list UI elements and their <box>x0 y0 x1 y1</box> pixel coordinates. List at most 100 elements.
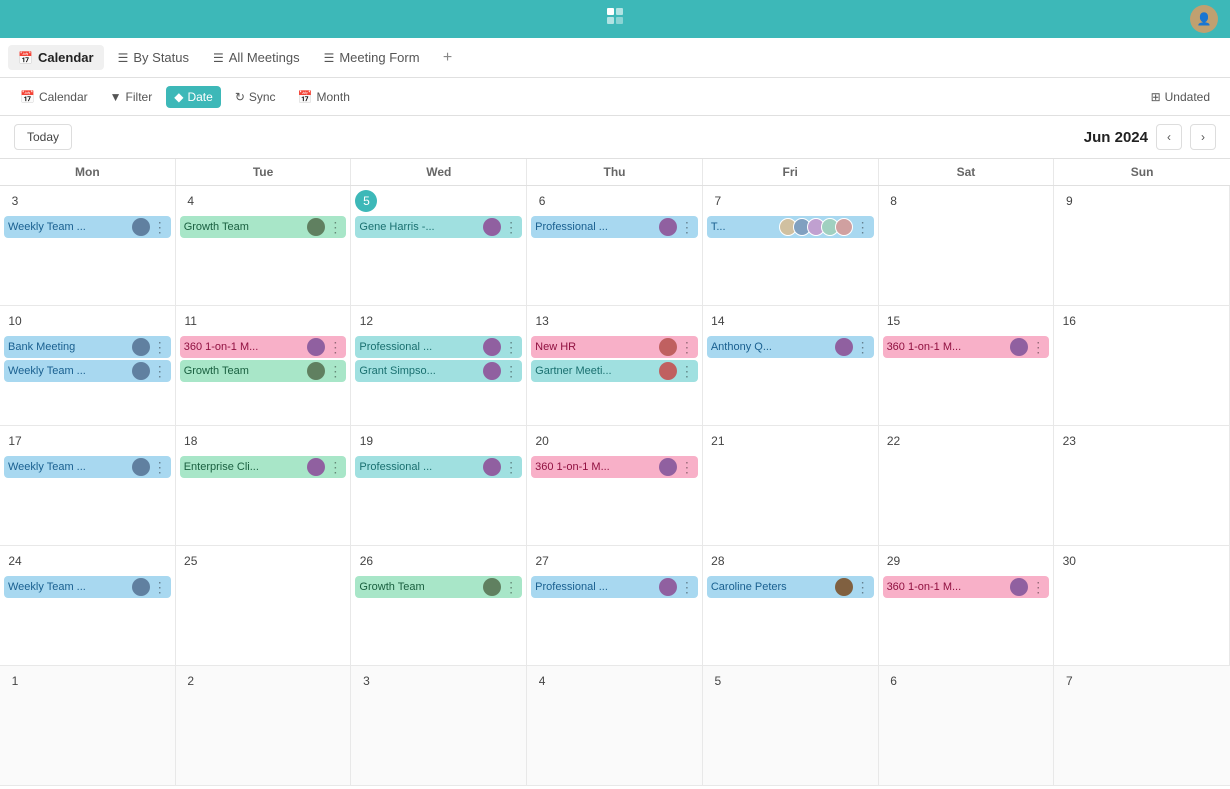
undated-button[interactable]: ⊞ Undated <box>1143 86 1218 108</box>
month-button[interactable]: 📅 Month <box>290 86 358 108</box>
event-menu-dots[interactable]: ⋮ <box>328 363 342 380</box>
cell-date-number: 6 <box>531 190 553 212</box>
event-menu-dots[interactable]: ⋮ <box>504 363 518 380</box>
calendar-event[interactable]: New HR⋮ <box>531 336 698 358</box>
calendar-view-button[interactable]: 📅 Calendar <box>12 86 96 108</box>
event-menu-dots[interactable]: ⋮ <box>680 219 694 236</box>
user-avatar[interactable]: 👤 <box>1190 5 1218 33</box>
event-menu-dots[interactable]: ⋮ <box>153 363 167 380</box>
today-button[interactable]: Today <box>14 124 72 150</box>
event-menu-dots[interactable]: ⋮ <box>856 219 870 236</box>
calendar-cell: 30+ <box>1054 546 1230 666</box>
calendar-cell: 2+ <box>176 666 352 786</box>
cell-top: 25+ <box>180 550 347 572</box>
event-avatar <box>1010 578 1028 596</box>
next-month-button[interactable]: › <box>1190 124 1216 150</box>
calendar-event[interactable]: Weekly Team ...⋮ <box>4 360 171 382</box>
event-avatar <box>1010 338 1028 356</box>
calendar-cell: 26+Growth Team⋮ <box>351 546 527 666</box>
cell-date-number: 27 <box>531 550 553 572</box>
calendar-cell: 15+360 1-on-1 M...⋮ <box>879 306 1055 426</box>
calendar-event[interactable]: Bank Meeting⋮ <box>4 336 171 358</box>
calendar-event[interactable]: Professional ...⋮ <box>355 456 522 478</box>
event-label: Growth Team <box>184 365 305 377</box>
calendar-event[interactable]: 360 1-on-1 M...⋮ <box>883 576 1050 598</box>
event-menu-dots[interactable]: ⋮ <box>680 363 694 380</box>
cell-date-number: 3 <box>355 670 377 692</box>
day-header-sun: Sun <box>1054 159 1230 185</box>
calendar-event[interactable]: 360 1-on-1 M...⋮ <box>531 456 698 478</box>
date-button[interactable]: ◆ Date <box>166 86 221 108</box>
calendar-cell: 9+ <box>1054 186 1230 306</box>
event-menu-dots[interactable]: ⋮ <box>856 339 870 356</box>
calendar-event[interactable]: Enterprise Cli... ⋮ <box>180 456 347 478</box>
event-menu-dots[interactable]: ⋮ <box>680 459 694 476</box>
cell-date-number: 28 <box>707 550 729 572</box>
filter-button[interactable]: ▼ Filter <box>102 86 161 108</box>
event-label: Weekly Team ... <box>8 461 129 473</box>
event-label: Growth Team <box>184 221 305 233</box>
event-menu-dots[interactable]: ⋮ <box>1031 339 1045 356</box>
event-menu-dots[interactable]: ⋮ <box>328 339 342 356</box>
event-label: Enterprise Cli... <box>184 461 305 473</box>
cell-top: 3+ <box>355 670 522 692</box>
cell-top: 16+ <box>1058 310 1225 332</box>
cell-date-number: 5 <box>355 190 377 212</box>
calendar-event[interactable]: Gartner Meeti...⋮ <box>531 360 698 382</box>
event-menu-dots[interactable]: ⋮ <box>153 459 167 476</box>
cell-top: 10+ <box>4 310 171 332</box>
calendar-event[interactable]: Growth Team ⋮ <box>180 360 347 382</box>
add-tab-button[interactable]: + <box>434 44 462 72</box>
calendar-event[interactable]: Caroline Peters⋮ <box>707 576 874 598</box>
event-menu-dots[interactable]: ⋮ <box>680 339 694 356</box>
calendar-event[interactable]: 360 1-on-1 M...⋮ <box>180 336 347 358</box>
event-menu-dots[interactable]: ⋮ <box>856 579 870 596</box>
calendar-event[interactable]: Growth Team ⋮ <box>180 216 347 238</box>
calendar-event[interactable]: Professional ...⋮ <box>531 576 698 598</box>
calendar-event[interactable]: 360 1-on-1 M...⋮ <box>883 336 1050 358</box>
cell-date-number: 29 <box>883 550 905 572</box>
event-menu-dots[interactable]: ⋮ <box>153 219 167 236</box>
calendar-event[interactable]: Anthony Q...⋮ <box>707 336 874 358</box>
undated-icon: ⊞ <box>1151 90 1161 104</box>
calendar-cell: 7+ <box>1054 666 1230 786</box>
calendar-event[interactable]: Gene Harris -...⋮ <box>355 216 522 238</box>
sync-button[interactable]: ↻ Sync <box>227 86 284 108</box>
event-menu-dots[interactable]: ⋮ <box>504 579 518 596</box>
prev-month-button[interactable]: ‹ <box>1156 124 1182 150</box>
tab-all-meetings[interactable]: ☰ All Meetings <box>203 45 310 70</box>
event-menu-dots[interactable]: ⋮ <box>328 459 342 476</box>
calendar-cell: 11+360 1-on-1 M...⋮Growth Team⋮ <box>176 306 352 426</box>
calendar-event[interactable]: Weekly Team ...⋮ <box>4 576 171 598</box>
cell-top: 27+ <box>531 550 698 572</box>
cell-top: 3+ <box>4 190 171 212</box>
cell-top: 21+ <box>707 430 874 452</box>
tab-by-status[interactable]: ☰ By Status <box>108 45 199 70</box>
tab-calendar[interactable]: 📅 Calendar <box>8 45 104 70</box>
event-menu-dots[interactable]: ⋮ <box>504 339 518 356</box>
day-header-tue: Tue <box>176 159 352 185</box>
calendar-event[interactable]: Grant Simpso...⋮ <box>355 360 522 382</box>
cell-top: 17+ <box>4 430 171 452</box>
event-menu-dots[interactable]: ⋮ <box>153 339 167 356</box>
event-menu-dots[interactable]: ⋮ <box>680 579 694 596</box>
cell-top: 7+ <box>707 190 874 212</box>
cell-date-number: 24 <box>4 550 26 572</box>
calendar-cell: 16+ <box>1054 306 1230 426</box>
event-menu-dots[interactable]: ⋮ <box>153 579 167 596</box>
event-menu-dots[interactable]: ⋮ <box>328 219 342 236</box>
by-status-tab-icon: ☰ <box>118 51 129 65</box>
calendar-event[interactable]: Growth Team⋮ <box>355 576 522 598</box>
all-meetings-tab-icon: ☰ <box>213 51 224 65</box>
calendar-event[interactable]: Weekly Team ...⋮ <box>4 216 171 238</box>
event-avatar <box>132 338 150 356</box>
calendar-event[interactable]: Weekly Team ... ⋮ <box>4 456 171 478</box>
cell-date-number: 23 <box>1058 430 1080 452</box>
event-menu-dots[interactable]: ⋮ <box>1031 579 1045 596</box>
calendar-event[interactable]: T...⋮ <box>707 216 874 238</box>
tab-meeting-form[interactable]: ☰ Meeting Form <box>314 45 430 70</box>
calendar-event[interactable]: Professional ...⋮ <box>355 336 522 358</box>
calendar-event[interactable]: Professional ...⋮ <box>531 216 698 238</box>
event-menu-dots[interactable]: ⋮ <box>504 459 518 476</box>
event-menu-dots[interactable]: ⋮ <box>504 219 518 236</box>
